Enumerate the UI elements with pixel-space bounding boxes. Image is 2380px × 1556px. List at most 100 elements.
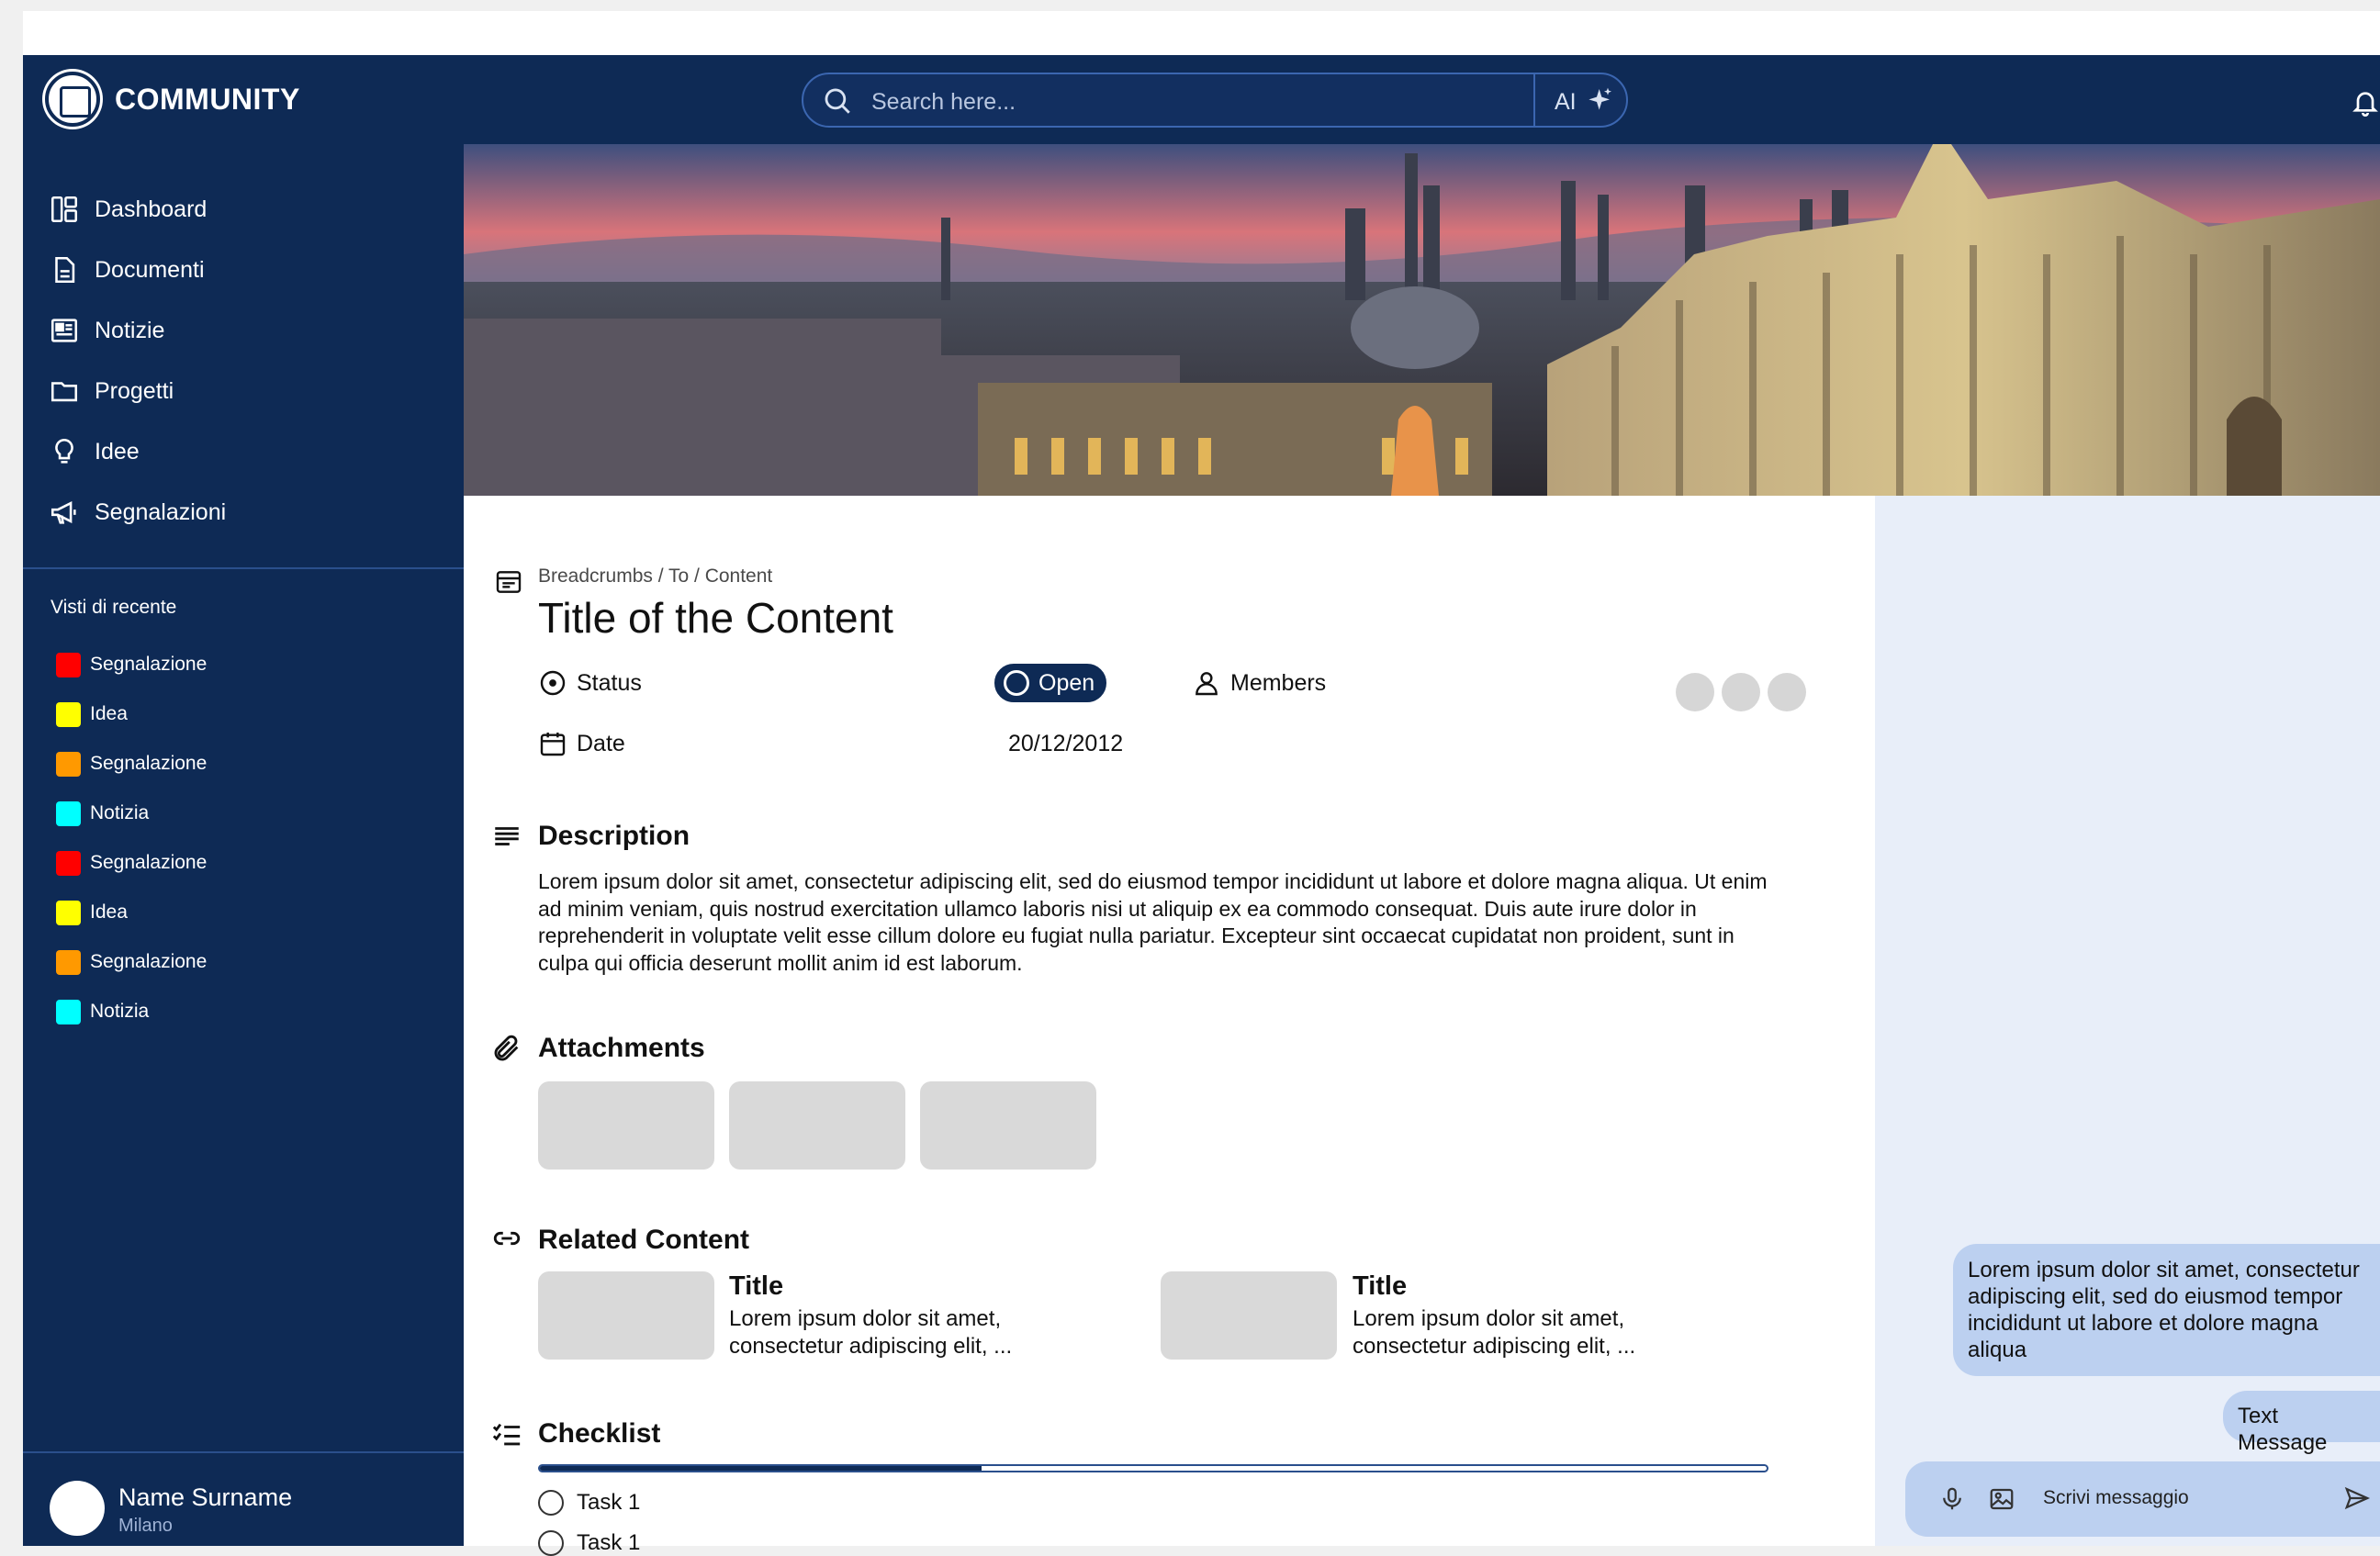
task-item[interactable]: Task 1 [538, 1490, 640, 1516]
color-swatch [56, 850, 81, 876]
related-item-title[interactable]: Title [729, 1271, 783, 1302]
search-input[interactable]: Search here... [871, 89, 1016, 116]
sidebar-item-label: Segnalazioni [95, 498, 227, 525]
member-avatar[interactable] [1768, 673, 1806, 711]
sidebar-item-progetti[interactable]: Progetti [49, 371, 174, 411]
color-swatch [56, 652, 81, 677]
color-swatch [56, 999, 81, 1024]
recent-item[interactable]: Segnalazione [56, 846, 207, 879]
sidebar-item-label: Notizie [95, 317, 165, 343]
related-thumbnail[interactable] [1161, 1271, 1337, 1360]
recent-item-label: Segnalazione [90, 852, 208, 873]
status-field: Status [538, 668, 642, 698]
recent-item-label: Notizia [90, 1001, 150, 1022]
attachment-thumbnail[interactable] [729, 1081, 905, 1170]
recent-item[interactable]: Idea [56, 896, 128, 929]
sidebar-item-documenti[interactable]: Documenti [49, 250, 205, 290]
document-icon [55, 256, 75, 284]
progress-fill [540, 1466, 982, 1471]
app-window: COMMUNITY Search here... AI Dashboard Do… [23, 11, 2380, 1556]
chat-message: Text Message [2223, 1391, 2380, 1455]
image-icon[interactable] [1988, 1485, 2015, 1513]
recent-item[interactable]: Notizia [56, 995, 149, 1028]
recent-item[interactable]: Segnalazione [56, 648, 207, 681]
lightbulb-icon [55, 438, 73, 464]
recent-item[interactable]: Notizia [56, 797, 149, 830]
sidebar: Dashboard Documenti Notizie Progetti Ide… [23, 144, 464, 1546]
related-content-title: Related Content [538, 1225, 750, 1255]
related-item-text: Lorem ipsum dolor sit amet, consectetur … [729, 1306, 1013, 1359]
date-field: Date [538, 729, 625, 758]
description-text: Lorem ipsum dolor sit amet, consectetur … [538, 869, 1768, 975]
related-item-title[interactable]: Title [1353, 1271, 1407, 1302]
user-icon [1196, 672, 1218, 696]
breadcrumb[interactable]: Breadcrumbs / To / Content [538, 565, 772, 588]
status-value: Open [1038, 669, 1095, 696]
color-swatch [56, 701, 81, 727]
city-skyline-image [464, 144, 2380, 496]
chat-panel: Lorem ipsum dolor sit amet, consectetur … [1875, 496, 2380, 1546]
task-item[interactable]: Task 1 [538, 1530, 640, 1556]
sidebar-item-dashboard[interactable]: Dashboard [49, 189, 207, 229]
sidebar-item-notizie[interactable]: Notizie [49, 310, 164, 351]
page-title: Title of the Content [538, 594, 893, 642]
sparkle-icon[interactable] [1586, 85, 1615, 115]
user-name[interactable]: Name Surname [118, 1483, 292, 1512]
chat-message: Lorem ipsum dolor sit amet, consectetur … [1953, 1244, 2380, 1376]
sidebar-item-idee[interactable]: Idee [49, 431, 140, 472]
date-value: 20/12/2012 [1008, 731, 1124, 756]
status-badge[interactable]: Open [994, 664, 1106, 702]
search-icon [825, 88, 850, 114]
dashboard-icon [51, 196, 78, 223]
search-divider [1533, 74, 1535, 126]
top-bar: COMMUNITY Search here... AI [23, 55, 2380, 144]
task-checkbox[interactable] [538, 1530, 564, 1556]
recent-item-label: Notizia [90, 802, 150, 823]
message-input[interactable]: Scrivi messaggio [2043, 1487, 2189, 1509]
recent-item-label: Segnalazione [90, 753, 208, 774]
member-avatar[interactable] [1676, 673, 1714, 711]
status-label: Status [577, 669, 642, 696]
community-logo-icon[interactable] [45, 72, 100, 127]
sidebar-item-segnalazioni[interactable]: Segnalazioni [49, 492, 226, 532]
date-label: Date [577, 730, 625, 756]
recent-item-label: Idea [90, 703, 128, 724]
sidebar-item-label: Idee [95, 438, 140, 465]
sidebar-divider [23, 1451, 464, 1453]
member-avatar[interactable] [1722, 673, 1760, 711]
attachment-thumbnail[interactable] [920, 1081, 1096, 1170]
recent-item[interactable]: Idea [56, 698, 128, 731]
calendar-icon [540, 733, 566, 756]
sidebar-item-label: Dashboard [95, 196, 208, 222]
ai-button-label[interactable]: AI [1555, 89, 1577, 116]
cover-image [464, 144, 2380, 496]
status-icon [540, 670, 566, 696]
recent-item[interactable]: Segnalazione [56, 747, 207, 780]
task-label: Task 1 [577, 1530, 641, 1555]
sidebar-item-label: Documenti [95, 256, 205, 283]
checklist-title: Checklist [538, 1418, 661, 1449]
notification-bell-icon[interactable] [2351, 86, 2380, 118]
content-card-icon [496, 571, 522, 593]
megaphone-icon [51, 501, 76, 524]
attachments-title: Attachments [538, 1033, 705, 1063]
newspaper-icon [51, 319, 78, 342]
task-checkbox[interactable] [538, 1490, 564, 1516]
avatar[interactable] [50, 1481, 105, 1536]
content-area: Breadcrumbs / To / Content Title of the … [464, 496, 1875, 1556]
message-composer[interactable]: Scrivi messaggio [1905, 1461, 2380, 1537]
recent-item[interactable]: Segnalazione [56, 946, 207, 979]
recent-item-label: Segnalazione [90, 654, 208, 675]
members-field: Members [1192, 668, 1326, 698]
link-icon [493, 1231, 521, 1246]
color-swatch [56, 800, 81, 826]
recent-section-title: Visti di recente [51, 597, 177, 618]
send-icon[interactable] [2343, 1484, 2371, 1512]
color-swatch [56, 949, 81, 975]
folder-icon [51, 382, 78, 402]
attachment-thumbnail[interactable] [538, 1081, 714, 1170]
microphone-icon[interactable] [1938, 1485, 1966, 1513]
checklist-progress-bar [538, 1464, 1768, 1472]
related-thumbnail[interactable] [538, 1271, 714, 1360]
search-bar[interactable]: Search here... AI [802, 73, 1628, 128]
